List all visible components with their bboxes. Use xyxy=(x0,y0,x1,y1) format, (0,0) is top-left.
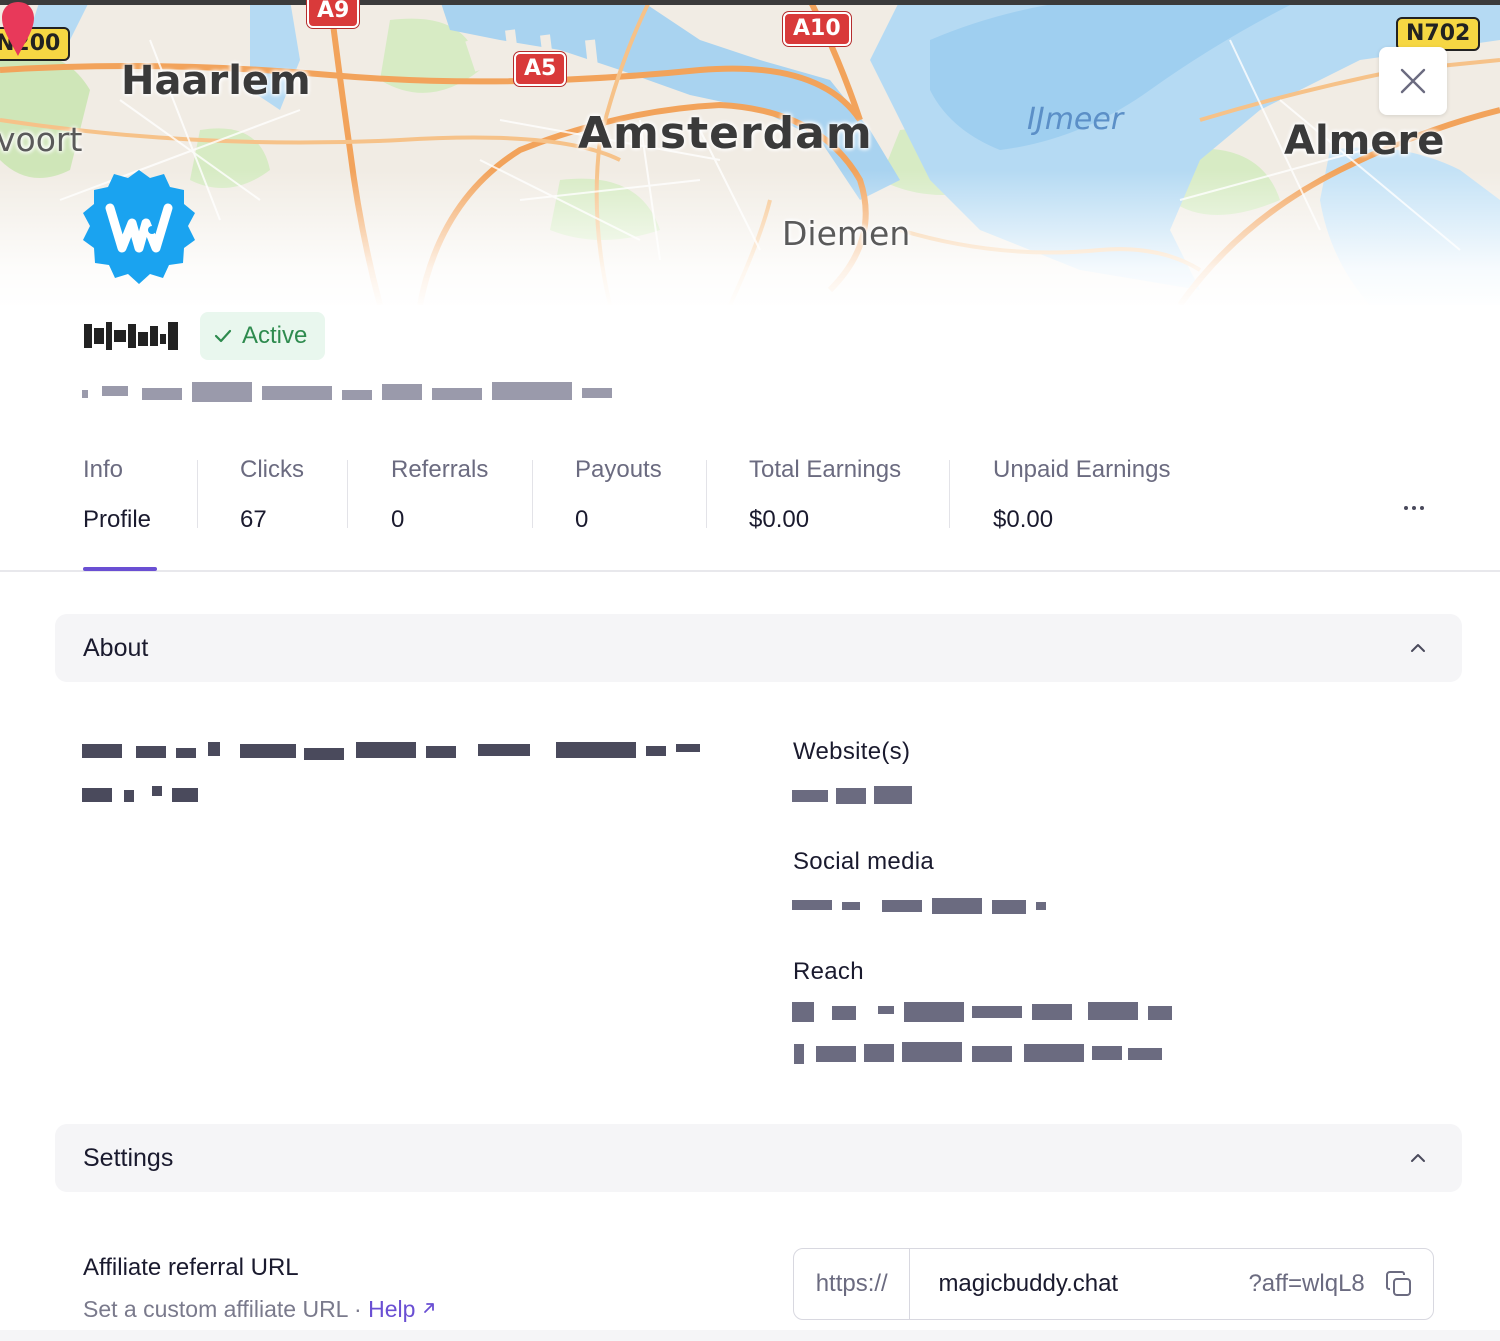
road-shield-a9: A9 xyxy=(307,0,360,28)
url-domain-input[interactable] xyxy=(910,1270,1249,1298)
city-label-almere: Almere xyxy=(1284,118,1445,164)
copy-icon xyxy=(1385,1271,1411,1296)
close-button[interactable] xyxy=(1379,47,1447,115)
stat-referrals-label: Referrals xyxy=(391,456,489,483)
checkmark-icon xyxy=(214,329,232,343)
window-top-bar xyxy=(0,0,1500,5)
avatar xyxy=(83,170,195,284)
affiliate-subtitle-redacted xyxy=(82,382,612,402)
city-label-amsterdam: Amsterdam xyxy=(578,108,873,159)
stats-tabs: Info Profile Clicks 67 Referrals 0 Payou… xyxy=(0,440,1500,572)
affiliate-name-redacted xyxy=(84,322,178,350)
road-shield-a5: A5 xyxy=(514,52,567,86)
chevron-up-icon xyxy=(1411,644,1425,652)
city-label-diemen: Diemen xyxy=(782,214,911,253)
city-label-voort: voort xyxy=(0,120,83,159)
tab-info-value: Profile xyxy=(83,506,152,533)
status-badge: Active xyxy=(200,312,326,360)
tab-info[interactable]: Info Profile xyxy=(83,456,151,534)
map-fade-overlay xyxy=(0,170,1500,305)
url-prefix: https:// xyxy=(794,1249,911,1319)
affiliate-url-field: https:// ?aff=wlqL8 xyxy=(793,1248,1434,1320)
stat-total-earnings-value: $0.00 xyxy=(749,506,810,533)
city-label-haarlem: Haarlem xyxy=(121,58,311,104)
more-options-button[interactable] xyxy=(1398,492,1430,524)
road-shield-n702: N702 xyxy=(1396,17,1481,51)
websites-value-redacted xyxy=(792,786,912,804)
map-banner: N200 A9 A5 A10 N702 Haarlem voort Amster… xyxy=(0,0,1500,305)
bottom-edge xyxy=(0,1330,1500,1341)
stat-payouts[interactable]: Payouts 0 xyxy=(575,456,662,534)
stat-total-earnings[interactable]: Total Earnings $0.00 xyxy=(749,456,901,534)
tab-info-label: Info xyxy=(83,456,124,483)
about-description-redacted xyxy=(82,742,700,802)
stat-total-earnings-label: Total Earnings xyxy=(749,456,902,483)
stat-divider xyxy=(532,460,533,528)
water-label-ijmeer: IJmeer xyxy=(1027,102,1124,137)
stat-divider xyxy=(949,460,950,528)
stat-unpaid-earnings-value: $0.00 xyxy=(993,506,1054,533)
stat-divider xyxy=(197,460,198,528)
reach-value-redacted xyxy=(792,1002,1172,1064)
affiliate-url-description: Set a custom affiliate URL · xyxy=(83,1296,369,1322)
url-param: ?aff=wlqL8 xyxy=(1248,1270,1365,1297)
affiliate-url-title: Affiliate referral URL xyxy=(83,1254,299,1281)
stat-divider xyxy=(706,460,707,528)
settings-section-header[interactable]: Settings xyxy=(55,1124,1462,1192)
stat-unpaid-earnings[interactable]: Unpaid Earnings $0.00 xyxy=(993,456,1170,534)
stat-clicks[interactable]: Clicks 67 xyxy=(240,456,304,534)
location-pin-icon xyxy=(2,2,34,56)
stat-referrals-value: 0 xyxy=(391,506,405,533)
stat-payouts-label: Payouts xyxy=(575,456,662,483)
help-link-label: Help xyxy=(368,1296,416,1322)
more-dots-icon xyxy=(1404,506,1424,510)
chevron-up-icon xyxy=(1411,1154,1425,1162)
reach-label: Reach xyxy=(793,958,864,985)
stat-payouts-value: 0 xyxy=(575,506,589,533)
stat-divider xyxy=(347,460,348,528)
copy-url-button[interactable] xyxy=(1385,1267,1413,1301)
affiliate-url-subtitle: Set a custom affiliate URL · Help xyxy=(83,1296,436,1323)
social-media-label: Social media xyxy=(793,848,935,875)
close-icon xyxy=(1400,68,1426,94)
stat-unpaid-earnings-label: Unpaid Earnings xyxy=(993,456,1171,483)
social-media-value-redacted xyxy=(792,898,1046,914)
help-link[interactable]: Help xyxy=(368,1296,436,1322)
about-section-header[interactable]: About xyxy=(55,614,1462,682)
stat-referrals[interactable]: Referrals 0 xyxy=(391,456,488,534)
settings-section-title: Settings xyxy=(83,1143,174,1172)
stat-clicks-label: Clicks xyxy=(240,456,304,483)
websites-label: Website(s) xyxy=(793,738,911,765)
stat-clicks-value: 67 xyxy=(240,506,267,533)
status-text: Active xyxy=(242,322,308,349)
about-section-title: About xyxy=(83,633,149,662)
active-tab-indicator xyxy=(83,567,157,571)
road-shield-a10: A10 xyxy=(783,12,851,46)
external-link-icon xyxy=(423,1303,434,1313)
